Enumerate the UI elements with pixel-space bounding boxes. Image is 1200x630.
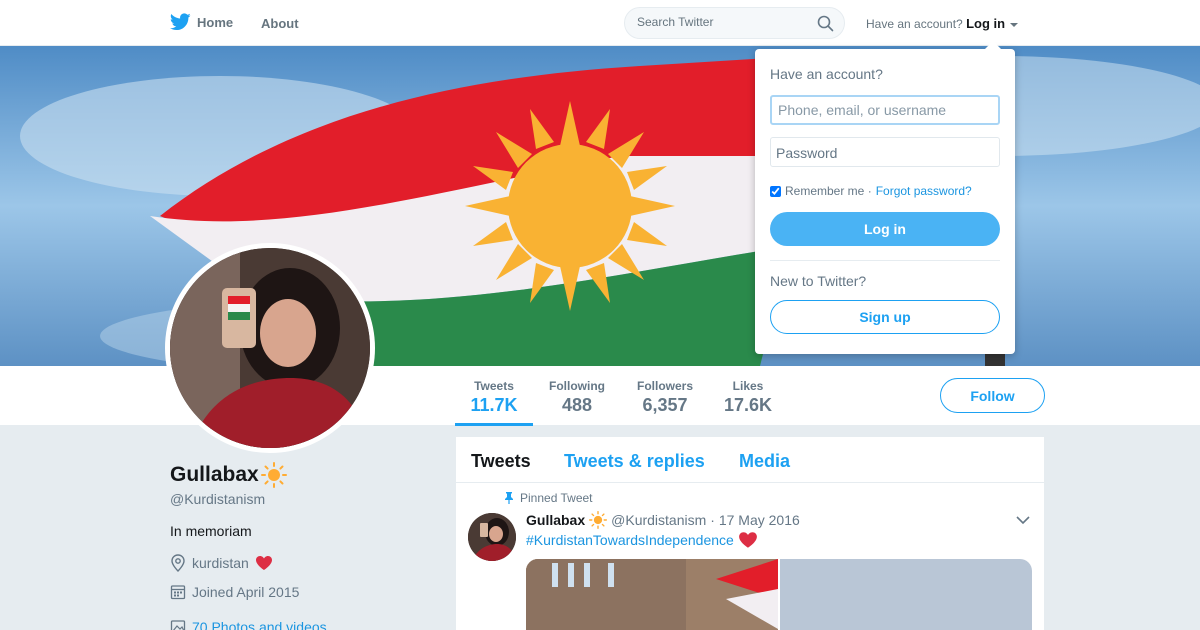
profile-avatar[interactable]: [165, 243, 375, 453]
photos-label[interactable]: 70 Photos and videos: [192, 619, 327, 630]
joined-label: Joined April 2015: [192, 584, 300, 600]
search-box[interactable]: [624, 7, 845, 39]
tab-media[interactable]: Media: [739, 451, 790, 472]
red-heart-icon: [255, 556, 272, 570]
twitter-bird-icon: [170, 13, 191, 31]
login-dropdown-title: Have an account?: [770, 66, 883, 82]
timeline: Tweets Tweets & replies Media Pinned Twe…: [456, 437, 1044, 630]
follow-button[interactable]: Follow: [940, 378, 1045, 413]
remember-row: Remember me · Forgot password?: [770, 184, 972, 198]
sun-emoji-icon: [260, 462, 287, 488]
search-icon[interactable]: [817, 15, 834, 32]
stat-tweets[interactable]: Tweets 11.7K: [455, 366, 533, 426]
nav-home[interactable]: Home: [170, 13, 233, 31]
tweet-media[interactable]: [526, 559, 1032, 630]
pinned-label: Pinned Tweet: [520, 491, 593, 505]
tweet-author[interactable]: Gullabax: [526, 512, 585, 528]
hashtag-link[interactable]: #KurdistanTowardsIndependence: [526, 532, 734, 548]
tweet-header: Gullabax @Kurdistanism · 17 May 2016: [526, 511, 800, 529]
calendar-icon: [170, 585, 186, 600]
location-pin-icon: [171, 554, 185, 572]
stat-likes[interactable]: Likes 17.6K: [718, 366, 778, 426]
tweet-date[interactable]: · 17 May 2016: [710, 512, 800, 528]
profile-bio: In memoriam: [170, 523, 252, 539]
stat-value: 17.6K: [723, 395, 773, 415]
tweet-handle[interactable]: @Kurdistanism: [611, 512, 706, 528]
remember-checkbox[interactable]: [770, 185, 781, 197]
have-account-label: Have an account?: [866, 17, 963, 31]
stat-label: Likes: [732, 379, 764, 393]
pinned-indicator: Pinned Tweet: [504, 491, 593, 505]
avatar-image: [170, 248, 370, 448]
top-nav: Home About Have an account? Log in: [0, 0, 1200, 46]
stat-label: Following: [549, 379, 605, 393]
stat-label: Followers: [636, 379, 693, 393]
stat-label: Tweets: [474, 379, 514, 393]
tab-tweets[interactable]: Tweets: [471, 451, 531, 472]
remember-label[interactable]: Remember me ·: [785, 184, 872, 198]
stat-value: 11.7K: [470, 395, 518, 415]
login-link-label[interactable]: Log in: [966, 16, 1005, 31]
tweet-avatar[interactable]: [468, 513, 516, 561]
signup-button[interactable]: Sign up: [770, 300, 1000, 334]
password-field[interactable]: Password: [770, 137, 1000, 167]
tweet-media-image-1[interactable]: [526, 559, 778, 630]
profile-name: Gullabax: [170, 462, 287, 488]
caret-down-icon: [1010, 22, 1019, 27]
chevron-down-icon[interactable]: [1016, 515, 1030, 525]
nav-about[interactable]: About: [261, 16, 299, 31]
login-dropdown: Have an account? Password Remember me · …: [755, 41, 1015, 354]
new-to-twitter-label: New to Twitter?: [770, 273, 867, 289]
profile-joined: Joined April 2015: [170, 584, 299, 600]
pin-icon: [505, 492, 513, 504]
profile-photos-link[interactable]: 70 Photos and videos: [170, 619, 327, 630]
tweet-media-image-2[interactable]: [780, 559, 1032, 630]
divider: [770, 260, 1000, 261]
tweet-text: #KurdistanTowardsIndependence: [526, 531, 758, 549]
timeline-tabs: Tweets Tweets & replies Media: [456, 437, 1044, 483]
location-label: kurdistan: [192, 555, 249, 571]
photo-icon: [170, 620, 186, 630]
profile-handle[interactable]: @Kurdistanism: [170, 491, 265, 507]
tab-tweets-replies[interactable]: Tweets & replies: [564, 451, 705, 472]
profile-name-label: Gullabax: [170, 463, 259, 486]
username-field[interactable]: [770, 95, 1000, 125]
stat-following[interactable]: Following 488: [543, 366, 611, 426]
login-button[interactable]: Log in: [770, 212, 1000, 246]
stat-value: 6,357: [642, 395, 688, 415]
forgot-password-link[interactable]: Forgot password?: [876, 184, 972, 198]
login-menu-trigger[interactable]: Have an account? Log in: [866, 16, 1019, 31]
stat-followers[interactable]: Followers 6,357: [630, 366, 700, 426]
red-heart-icon: [738, 532, 757, 548]
profile-location: kurdistan: [170, 554, 273, 572]
search-input[interactable]: [637, 15, 807, 29]
nav-home-label: Home: [197, 14, 234, 30]
sun-emoji-icon: [589, 511, 608, 529]
stat-value: 488: [561, 395, 593, 415]
